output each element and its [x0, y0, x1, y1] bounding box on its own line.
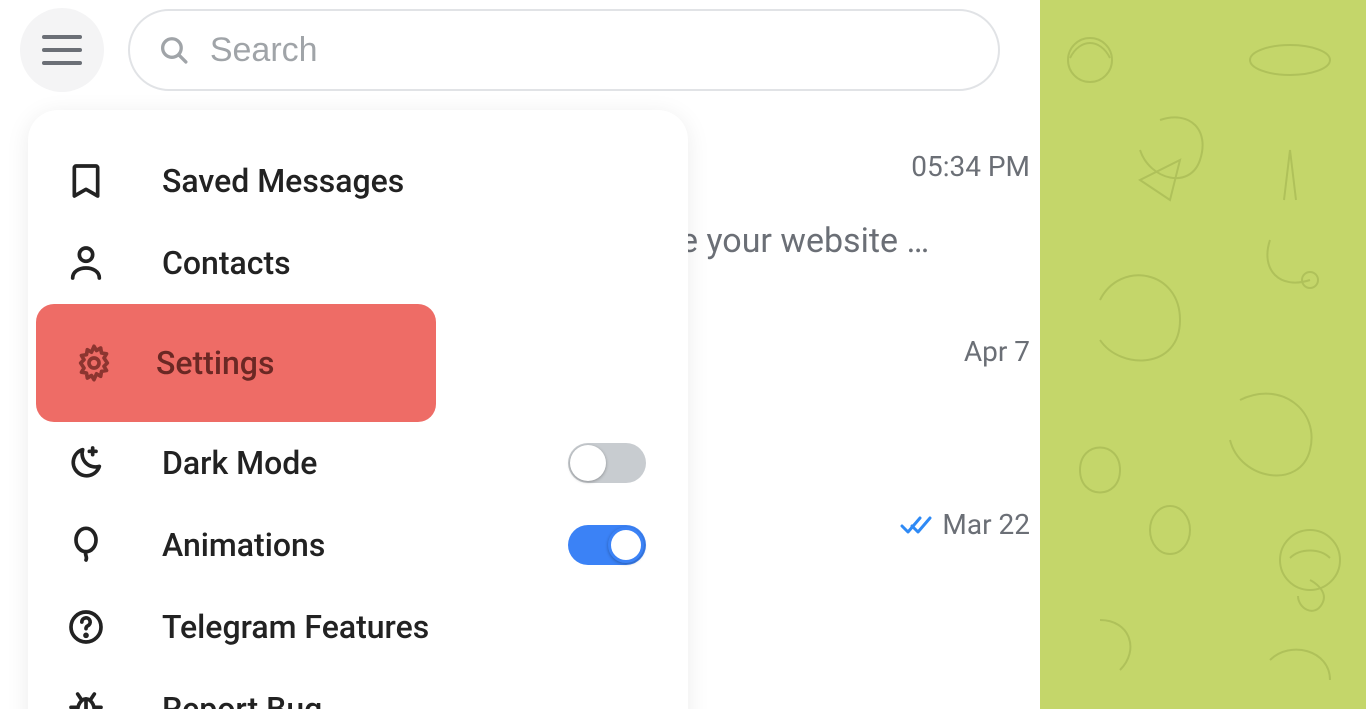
search-field[interactable] — [128, 9, 1000, 91]
chat-time: Apr 7 — [680, 335, 1030, 368]
chat-background-pattern — [1040, 0, 1366, 709]
chat-background-panel — [1040, 0, 1366, 709]
chat-time: 05:34 PM — [680, 150, 1030, 183]
balloon-icon — [66, 525, 106, 565]
hamburger-menu-button[interactable] — [20, 8, 104, 92]
chat-snippet: e your website … — [680, 221, 1030, 261]
help-circle-icon — [66, 607, 106, 647]
menu-item-animations[interactable]: Animations — [28, 504, 688, 586]
moon-icon — [66, 443, 106, 483]
menu-item-label: Dark Mode — [162, 444, 512, 482]
menu-item-label: Saved Messages — [162, 162, 650, 200]
search-input[interactable] — [210, 31, 970, 70]
menu-item-contacts[interactable]: Contacts — [28, 222, 688, 304]
chat-time: Mar 22 — [680, 508, 1030, 541]
menu-item-dark-mode[interactable]: Dark Mode — [28, 422, 688, 504]
menu-item-settings[interactable]: Settings — [36, 304, 436, 422]
left-sidebar: 05:34 PM e your website … Apr 7 Mar 22 S… — [0, 0, 1040, 709]
read-checkmarks-icon — [900, 513, 934, 537]
menu-item-report-bug[interactable]: Report Bug — [28, 668, 688, 709]
gear-icon — [74, 343, 114, 383]
menu-item-telegram-features[interactable]: Telegram Features — [28, 586, 688, 668]
hamburger-icon — [42, 35, 82, 65]
top-bar — [0, 0, 1040, 100]
menu-item-label: Report Bug — [162, 690, 650, 709]
person-icon — [66, 243, 106, 283]
search-icon — [158, 33, 190, 67]
app-root: 05:34 PM e your website … Apr 7 Mar 22 S… — [0, 0, 1366, 709]
chat-list-preview: 05:34 PM e your website … Apr 7 Mar 22 — [680, 150, 1030, 541]
dark-mode-toggle[interactable] — [568, 443, 646, 483]
menu-item-label: Animations — [162, 526, 512, 564]
main-menu-popup: Saved Messages Contacts — [28, 110, 688, 709]
bug-icon — [66, 689, 106, 709]
animations-toggle[interactable] — [568, 525, 646, 565]
menu-item-label: Contacts — [162, 244, 650, 282]
menu-item-label: Settings — [156, 344, 398, 382]
chat-time-label: Mar 22 — [942, 508, 1030, 541]
bookmark-icon — [66, 161, 106, 201]
menu-item-label: Telegram Features — [162, 608, 650, 646]
menu-item-saved-messages[interactable]: Saved Messages — [28, 140, 688, 222]
